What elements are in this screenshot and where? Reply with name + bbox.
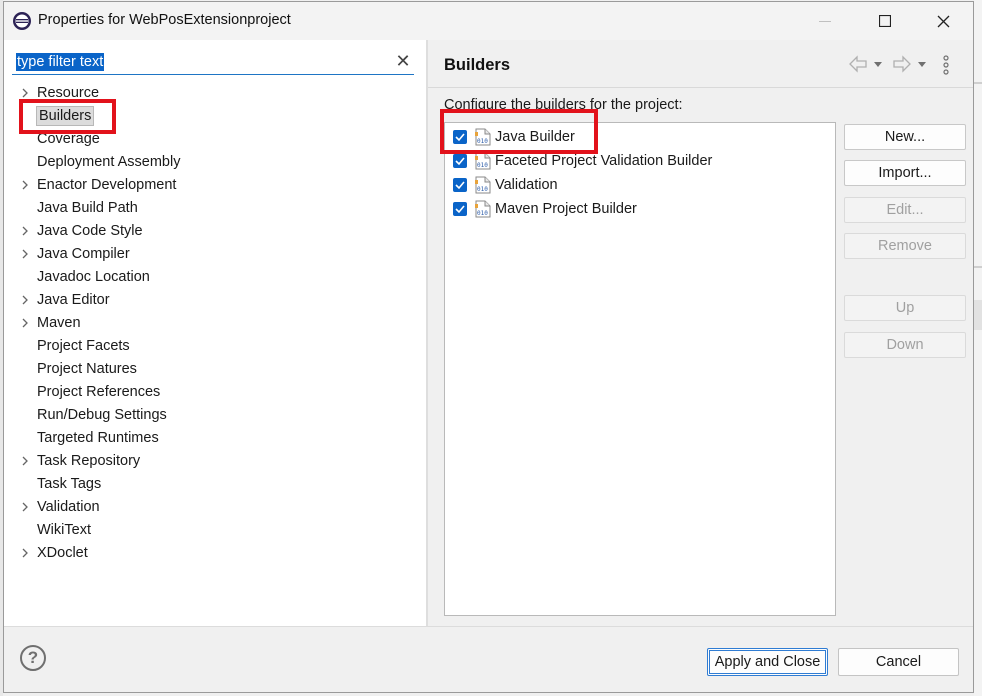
tree-item-label: Enactor Development: [37, 177, 177, 193]
view-menu-icon[interactable]: [940, 54, 952, 76]
builders-highlight-box: [19, 99, 116, 134]
chevron-right-icon[interactable]: [20, 454, 30, 468]
tree-item-java-build-path[interactable]: Java Build Path: [4, 197, 424, 220]
title-separator: [428, 87, 973, 88]
tree-item-project-natures[interactable]: Project Natures: [4, 358, 424, 381]
minimize-icon: [819, 21, 831, 22]
chevron-right-icon[interactable]: [20, 224, 30, 238]
up-button[interactable]: Up: [844, 295, 966, 321]
tree-item-label: Java Build Path: [37, 200, 138, 216]
tree-item-label: XDoclet: [37, 545, 88, 561]
svg-text:010: 010: [477, 186, 488, 193]
builder-checkbox[interactable]: [453, 178, 467, 192]
tree-item-label: Deployment Assembly: [37, 154, 181, 170]
properties-dialog: Properties for WebPosExtensionproject ty…: [3, 1, 974, 693]
checkmark-icon: [455, 205, 465, 214]
chevron-right-icon[interactable]: [20, 316, 30, 330]
tree-item-java-compiler[interactable]: Java Compiler: [4, 243, 424, 266]
chevron-right-icon[interactable]: [20, 293, 30, 307]
tree-item-label: Project References: [37, 384, 161, 400]
builder-label: Maven Project Builder: [495, 201, 637, 217]
tree-item-javadoc-location[interactable]: Javadoc Location: [4, 266, 424, 289]
tree-item-label: Validation: [37, 499, 100, 515]
cancel-button[interactable]: Cancel: [838, 648, 959, 676]
maximize-icon: [879, 15, 891, 27]
eclipse-app-icon: [13, 12, 31, 30]
binary-builder-icon: 010: [475, 200, 491, 218]
tree-item-project-facets[interactable]: Project Facets: [4, 335, 424, 358]
window-title: Properties for WebPosExtensionproject: [38, 12, 291, 28]
builders-list[interactable]: 010 Java Builder 010 Faceted Project Valida…: [444, 122, 836, 616]
tree-item-label: Task Repository: [37, 453, 141, 469]
svg-text:010: 010: [477, 162, 488, 169]
page-title: Builders: [444, 56, 511, 74]
tree-item-label: Java Editor: [37, 292, 110, 308]
remove-button[interactable]: Remove: [844, 233, 966, 259]
tree-item-label: Run/Debug Settings: [37, 407, 167, 423]
minimize-button[interactable]: [802, 2, 848, 40]
chevron-right-icon[interactable]: [20, 178, 30, 192]
tree-item-xdoclet[interactable]: XDoclet: [4, 542, 424, 565]
builder-label: Validation: [495, 177, 558, 193]
tree-item-task-tags[interactable]: Task Tags: [4, 473, 424, 496]
tree-item-label: Targeted Runtimes: [37, 430, 159, 446]
tree-item-targeted-runtimes[interactable]: Targeted Runtimes: [4, 427, 424, 450]
import-button[interactable]: Import...: [844, 160, 966, 186]
builder-label: Faceted Project Validation Builder: [495, 153, 713, 169]
maximize-button[interactable]: [862, 2, 908, 40]
help-icon[interactable]: ?: [20, 645, 46, 671]
tree-item-run-debug-settings[interactable]: Run/Debug Settings: [4, 404, 424, 427]
tree-item-label: Javadoc Location: [37, 269, 150, 285]
tree-item-label: Java Compiler: [37, 246, 130, 262]
tree-item-maven[interactable]: Maven: [4, 312, 424, 335]
tree-item-label: Project Facets: [37, 338, 130, 354]
binary-builder-icon: 010: [475, 176, 491, 194]
tree-item-java-code-style[interactable]: Java Code Style: [4, 220, 424, 243]
forward-arrow-icon[interactable]: [892, 54, 912, 74]
chevron-right-icon[interactable]: [20, 500, 30, 514]
tree-item-java-editor[interactable]: Java Editor: [4, 289, 424, 312]
checkmark-icon: [455, 181, 465, 190]
close-icon: [937, 15, 949, 27]
svg-text:010: 010: [477, 210, 488, 217]
builder-row[interactable]: 010 Maven Project Builder: [445, 198, 835, 222]
tree-item-label: Maven: [37, 315, 81, 331]
tree-item-label: Task Tags: [37, 476, 102, 492]
footer-separator: [4, 626, 973, 627]
filter-input[interactable]: type filter text ✕: [12, 50, 414, 75]
tree-item-label: WikiText: [37, 522, 91, 538]
tree-item-deployment-assembly[interactable]: Deployment Assembly: [4, 151, 424, 174]
page-navigation: [848, 54, 968, 76]
tree-item-validation[interactable]: Validation: [4, 496, 424, 519]
tree-item-enactor-development[interactable]: Enactor Development: [4, 174, 424, 197]
down-button[interactable]: Down: [844, 332, 966, 358]
chevron-right-icon[interactable]: [20, 247, 30, 261]
tree-item-project-references[interactable]: Project References: [4, 381, 424, 404]
back-dropdown-icon[interactable]: [872, 54, 884, 74]
edit-button[interactable]: Edit...: [844, 197, 966, 223]
chevron-right-icon[interactable]: [20, 86, 30, 100]
binary-builder-icon: 010: [475, 152, 491, 170]
checkmark-icon: [455, 157, 465, 166]
title-bar[interactable]: Properties for WebPosExtensionproject: [4, 2, 973, 40]
clear-filter-icon[interactable]: ✕: [394, 50, 412, 72]
builder-row[interactable]: 010 Validation: [445, 174, 835, 198]
java-builder-highlight-box: [440, 109, 598, 154]
forward-dropdown-icon[interactable]: [916, 54, 928, 74]
tree-item-label: Project Natures: [37, 361, 137, 377]
background-app-right-edge: [974, 0, 982, 696]
builder-checkbox[interactable]: [453, 154, 467, 168]
tree-item-task-repository[interactable]: Task Repository: [4, 450, 424, 473]
chevron-right-icon[interactable]: [20, 546, 30, 560]
close-button[interactable]: [920, 2, 966, 40]
back-arrow-icon[interactable]: [848, 54, 868, 74]
filter-input-text: type filter text: [16, 53, 105, 71]
new-button[interactable]: New...: [844, 124, 966, 150]
tree-item-wikitext[interactable]: WikiText: [4, 519, 424, 542]
tree-item-label: Java Code Style: [37, 223, 143, 239]
builder-checkbox[interactable]: [453, 202, 467, 216]
apply-and-close-button[interactable]: Apply and Close: [707, 648, 828, 676]
